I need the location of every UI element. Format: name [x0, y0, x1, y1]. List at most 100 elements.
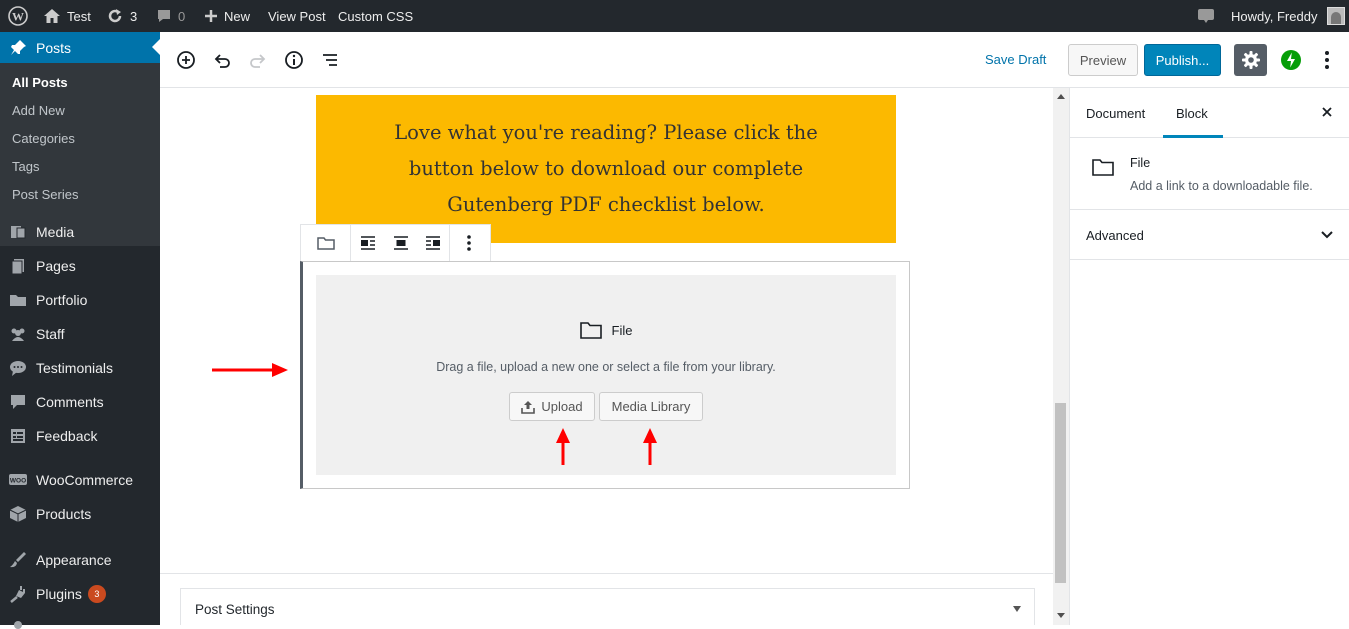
sidebar-item-label: Comments	[36, 394, 104, 410]
products-icon	[0, 505, 36, 523]
file-placeholder-title: File	[611, 322, 633, 338]
redo-button[interactable]	[246, 48, 270, 72]
comments-count: 0	[178, 8, 186, 24]
undo-button[interactable]	[210, 48, 234, 72]
users-icon[interactable]	[9, 619, 27, 629]
new-label: New	[224, 8, 251, 24]
sidebar-item-products[interactable]: Products	[0, 497, 160, 531]
sidebar-item-feedback[interactable]: Feedback	[0, 419, 160, 453]
preview-button[interactable]: Preview	[1068, 44, 1138, 76]
folder-icon	[1092, 159, 1114, 176]
sidebar-item-label: WooCommerce	[36, 472, 133, 488]
sidebar-item-label: Testimonials	[36, 360, 114, 376]
block-card-description: Add a link to a downloadable file.	[1130, 179, 1313, 193]
plugins-icon	[0, 585, 36, 603]
content-info-button[interactable]	[282, 48, 306, 72]
callout-block[interactable]: Love what you're reading? Please click t…	[316, 95, 896, 243]
advanced-label: Advanced	[1086, 228, 1144, 243]
align-center-button[interactable]	[384, 225, 417, 261]
sidebar-item-plugins[interactable]: Plugins 3	[0, 577, 160, 611]
save-draft-button[interactable]: Save Draft	[985, 52, 1046, 67]
current-menu-pointer-icon	[152, 39, 160, 55]
view-post-link[interactable]: View Post	[268, 0, 326, 32]
sidebar-item-comments[interactable]: Comments	[0, 385, 160, 419]
editor-scrollbar[interactable]	[1053, 88, 1069, 625]
avatar	[1327, 7, 1346, 25]
notifications-button[interactable]	[1197, 0, 1215, 32]
more-options-button[interactable]	[1315, 48, 1339, 72]
feedback-icon	[0, 427, 36, 445]
sidebar-item-staff[interactable]: Staff	[0, 317, 160, 351]
add-block-button[interactable]	[174, 48, 198, 72]
testimonials-icon	[0, 359, 36, 377]
sidebar-item-label: Staff	[36, 326, 65, 342]
scrollbar-thumb[interactable]	[1055, 403, 1066, 583]
info-icon	[285, 51, 303, 69]
settings-button[interactable]	[1234, 44, 1267, 76]
block-card: File Add a link to a downloadable file.	[1070, 138, 1349, 210]
sidebar-item-media[interactable]: Media	[0, 215, 160, 249]
scroll-down-icon[interactable]	[1057, 613, 1065, 619]
sidebar-item-portfolio[interactable]: Portfolio	[0, 283, 160, 317]
notification-icon	[1198, 9, 1214, 23]
woocommerce-icon: WOO	[0, 472, 36, 488]
close-sidebar-button[interactable]	[1320, 105, 1336, 121]
tab-block-label: Block	[1176, 106, 1208, 121]
align-left-icon	[360, 236, 375, 250]
file-placeholder-label: File	[316, 321, 896, 339]
site-name-link[interactable]: Test	[43, 0, 91, 32]
chevron-down-icon	[1321, 231, 1333, 239]
callout-text[interactable]: Love what you're reading? Please click t…	[366, 115, 846, 223]
svg-text:WOO: WOO	[10, 478, 26, 485]
align-right-button[interactable]	[417, 225, 450, 261]
wordpress-logo-icon[interactable]: W	[8, 0, 28, 32]
comments-link[interactable]: 0	[156, 0, 185, 32]
sidebar-item-pages[interactable]: Pages	[0, 249, 160, 283]
scroll-up-icon[interactable]	[1057, 93, 1065, 99]
jetpack-icon	[1281, 50, 1301, 70]
staff-icon	[0, 325, 36, 343]
folder-icon	[316, 237, 335, 250]
admin-sidebar: Posts All Posts Add New Categories Tags …	[0, 32, 160, 629]
submenu-tags[interactable]: Tags	[12, 159, 39, 174]
updates-link[interactable]: 3	[106, 0, 137, 32]
sidebar-item-testimonials[interactable]: Testimonials	[0, 351, 160, 385]
advanced-panel-toggle[interactable]: Advanced	[1070, 210, 1349, 260]
sidebar-tabs: Document Block	[1070, 88, 1349, 138]
align-center-icon	[393, 236, 408, 250]
howdy-label: Howdy, Freddy	[1231, 8, 1318, 24]
my-account-link[interactable]: Howdy, Freddy	[1231, 0, 1346, 32]
sidebar-item-woocommerce[interactable]: WOO WooCommerce	[0, 463, 160, 497]
tab-block[interactable]: Block	[1163, 88, 1223, 138]
custom-css-link[interactable]: Custom CSS	[338, 0, 413, 32]
file-block[interactable]: File Drag a file, upload a new one or se…	[300, 261, 910, 489]
sidebar-item-label: Products	[36, 506, 92, 522]
submenu-add-new[interactable]: Add New	[12, 103, 65, 118]
view-post-label: View Post	[268, 8, 326, 24]
annotation-arrow-up-media-library-icon	[643, 428, 657, 465]
jetpack-button[interactable]	[1279, 48, 1303, 72]
updates-count: 3	[130, 8, 138, 24]
block-type-button[interactable]	[301, 225, 351, 261]
block-more-options-button[interactable]	[450, 225, 487, 261]
publish-button[interactable]: Publish...	[1144, 44, 1221, 76]
comment-bubble-icon	[158, 10, 170, 22]
sidebar-item-label: Feedback	[36, 428, 98, 444]
align-left-button[interactable]	[351, 225, 384, 261]
plus-circle-icon	[177, 51, 195, 69]
submenu-all-posts[interactable]: All Posts	[12, 75, 68, 90]
editor-canvas: Love what you're reading? Please click t…	[160, 88, 1055, 625]
submenu-post-series[interactable]: Post Series	[12, 187, 78, 202]
sidebar-item-label: Media	[36, 224, 75, 240]
submenu-categories[interactable]: Categories	[12, 131, 75, 146]
tab-document[interactable]: Document	[1086, 106, 1145, 121]
block-navigation-button[interactable]	[318, 48, 342, 72]
file-instructions: Drag a file, upload a new one or select …	[436, 360, 776, 374]
sidebar-item-posts[interactable]: Posts	[0, 32, 160, 63]
media-icon	[0, 223, 36, 241]
media-library-button[interactable]: Media Library	[599, 392, 703, 421]
sidebar-item-appearance[interactable]: Appearance	[0, 543, 160, 577]
upload-button[interactable]: Upload	[509, 392, 595, 421]
post-settings-panel[interactable]: Post Settings	[180, 588, 1035, 625]
new-content-link[interactable]: New	[204, 0, 250, 32]
